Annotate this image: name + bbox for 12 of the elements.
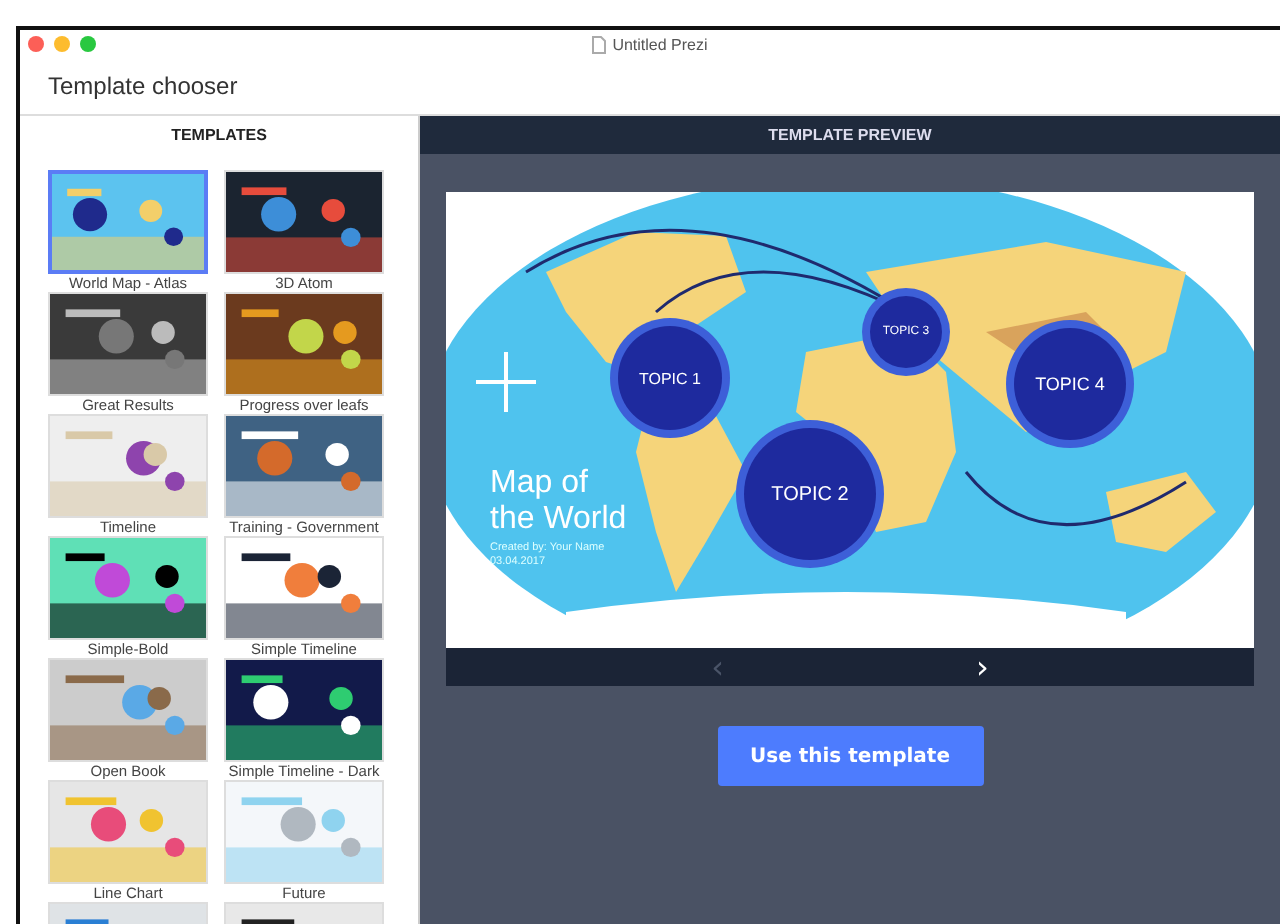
panel-heading: TEMPLATES: [169, 124, 269, 148]
page-title: Template chooser: [48, 72, 238, 100]
close-button[interactable]: [28, 36, 44, 52]
document-icon: [592, 35, 607, 53]
topic-circle: TOPIC 4: [1014, 328, 1126, 440]
topic-circle: TOPIC 1: [618, 326, 722, 430]
next-button[interactable]: ›: [968, 651, 997, 683]
topic-circle: TOPIC 2: [744, 428, 876, 560]
use-template-button[interactable]: Use this template: [717, 726, 983, 786]
slide-title: Map of the World: [490, 466, 629, 538]
window-title: Untitled Prezi: [612, 35, 708, 53]
panel-heading: TEMPLATE PREVIEW: [420, 116, 1280, 154]
